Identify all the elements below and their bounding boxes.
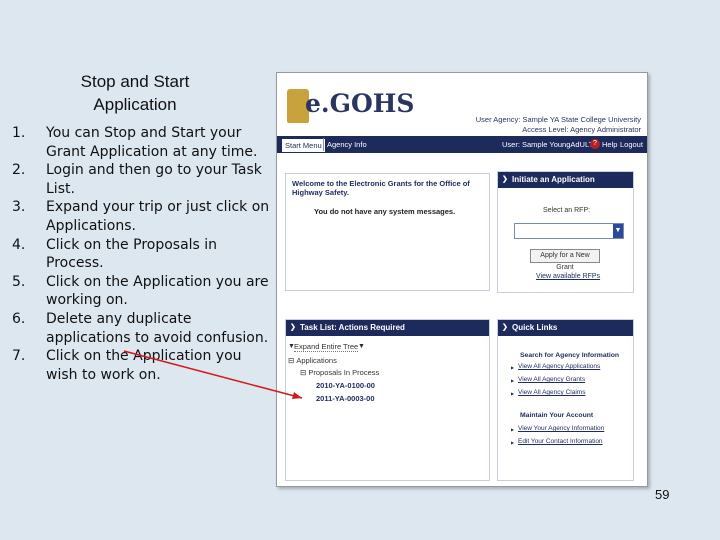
tree-node-proposals[interactable]: ⊟ Proposals In Process xyxy=(300,368,379,377)
view-agency-applications-link[interactable]: View All Agency Applications xyxy=(511,363,600,370)
maintain-account-heading: Maintain Your Account xyxy=(520,412,594,419)
logo-text: e.GOHS xyxy=(305,89,415,118)
step-number: 1. xyxy=(12,125,26,141)
step-number: 4. xyxy=(12,236,26,253)
step-item: 4. Click on the Proposals in Process. xyxy=(12,236,274,273)
rfp-select-label: Select an RFP: xyxy=(543,207,591,214)
initiate-panel-header: ❯ Initiate an Application xyxy=(498,172,633,188)
user-agency-label: User Agency: Sample YA State College Uni… xyxy=(475,115,641,124)
quick-links-header: ❯ Quick Links xyxy=(498,320,633,336)
step-text: Login and then go to your Task List. xyxy=(46,162,262,197)
step-item: 7. Click on the Application you wish to w… xyxy=(12,347,274,384)
tab-start-menu[interactable]: Start Menu xyxy=(281,138,326,153)
quick-links-title: Quick Links xyxy=(512,323,558,332)
step-text: Click on the Application you are working… xyxy=(46,273,269,309)
application-link-2011[interactable]: 2011-YA-0003-00 xyxy=(316,394,375,403)
chevron-right-icon: ❯ xyxy=(502,176,508,183)
steps-list: 1. You can Stop and Start your Grant Appl… xyxy=(12,124,274,384)
current-user: User: Sample YoungAdULT xyxy=(502,140,594,149)
step-text: Click on the Proposals in Process. xyxy=(46,236,218,272)
help-link[interactable]: Help xyxy=(602,138,617,151)
slide-title-line2: Application xyxy=(93,95,177,114)
view-agency-claims-link[interactable]: View All Agency Claims xyxy=(511,389,585,396)
tree-node-applications[interactable]: ⊟ Applications xyxy=(288,356,337,365)
rfp-select[interactable]: ▼ xyxy=(514,223,624,239)
task-list-panel: ❯ Task List: Actions Required ▼ Expand E… xyxy=(285,319,490,481)
step-text: Click on the Application you wish to wor… xyxy=(46,348,242,383)
task-list-title: Task List: Actions Required xyxy=(300,323,405,332)
initiate-application-panel: ❯ Initiate an Application Select an RFP:… xyxy=(497,171,634,293)
step-item: 3. Expand your trip or just click on Appl… xyxy=(12,198,274,235)
view-rfps-link[interactable]: View available RFPs xyxy=(536,273,600,280)
applications-label[interactable]: Applications xyxy=(296,356,336,365)
egohs-screenshot: e.GOHS User Agency: Sample YA State Coll… xyxy=(276,72,648,487)
apply-new-grant-button[interactable]: Apply for a New Grant xyxy=(530,249,600,271)
step-text: You can Stop and Start your Grant Applic… xyxy=(46,125,258,160)
proposals-label[interactable]: Proposals In Process xyxy=(308,368,379,377)
step-text: Delete any duplicate applications to avo… xyxy=(46,310,269,346)
slide-title: Stop and Start Application xyxy=(60,70,210,116)
task-list-header: ❯ Task List: Actions Required xyxy=(286,320,489,336)
triangle-down-icon[interactable]: ▼ xyxy=(358,343,365,350)
step-number: 3. xyxy=(12,199,26,216)
edit-contact-info-link[interactable]: Edit Your Contact Information xyxy=(511,438,603,445)
step-item: 6. Delete any duplicate applications to a… xyxy=(12,310,274,347)
app-header: e.GOHS User Agency: Sample YA State Coll… xyxy=(277,73,647,136)
step-number: 7. xyxy=(12,348,26,365)
step-item: 2. Login and then go to your Task List. xyxy=(12,161,274,198)
chevron-right-icon: ❯ xyxy=(502,324,508,331)
chevron-right-icon: ❯ xyxy=(290,324,296,331)
search-agency-heading: Search for Agency Information xyxy=(520,352,620,359)
expand-tree-link[interactable]: Expand Entire Tree xyxy=(294,342,359,352)
page-number: 59 xyxy=(655,487,670,502)
step-number: 2. xyxy=(12,162,26,179)
system-messages-text: You do not have any system messages. xyxy=(314,207,456,216)
quick-links-panel: ❯ Quick Links Search for Agency Informat… xyxy=(497,319,634,481)
step-item: 5. Click on the Application you are worki… xyxy=(12,273,274,310)
welcome-message-box: Welcome to the Electronic Grants for the… xyxy=(285,173,490,291)
help-icon[interactable]: ? xyxy=(590,139,600,149)
step-text: Expand your trip or just click on Applic… xyxy=(46,199,270,234)
dropdown-arrow-icon[interactable]: ▼ xyxy=(613,224,623,238)
logout-link[interactable]: Logout xyxy=(620,138,643,151)
slide-title-line1: Stop and Start xyxy=(80,72,190,91)
egohs-logo[interactable]: e.GOHS xyxy=(285,83,414,127)
step-number: 6. xyxy=(12,310,26,327)
access-level-label: Access Level: Agency Administrator xyxy=(522,125,641,134)
view-agency-info-link[interactable]: View Your Agency Information xyxy=(511,425,604,432)
nav-bar: Start Menu Agency Info User: Sample Youn… xyxy=(277,136,647,153)
welcome-title: Welcome to the Electronic Grants for the… xyxy=(292,179,470,197)
initiate-panel-title: Initiate an Application xyxy=(512,175,595,184)
application-link-2010[interactable]: 2010-YA-0100-00 xyxy=(316,381,375,390)
step-item: 1. You can Stop and Start your Grant Appl… xyxy=(12,124,274,161)
tab-agency-info[interactable]: Agency Info xyxy=(323,138,370,151)
view-agency-grants-link[interactable]: View All Agency Grants xyxy=(511,376,585,383)
step-number: 5. xyxy=(12,273,26,290)
